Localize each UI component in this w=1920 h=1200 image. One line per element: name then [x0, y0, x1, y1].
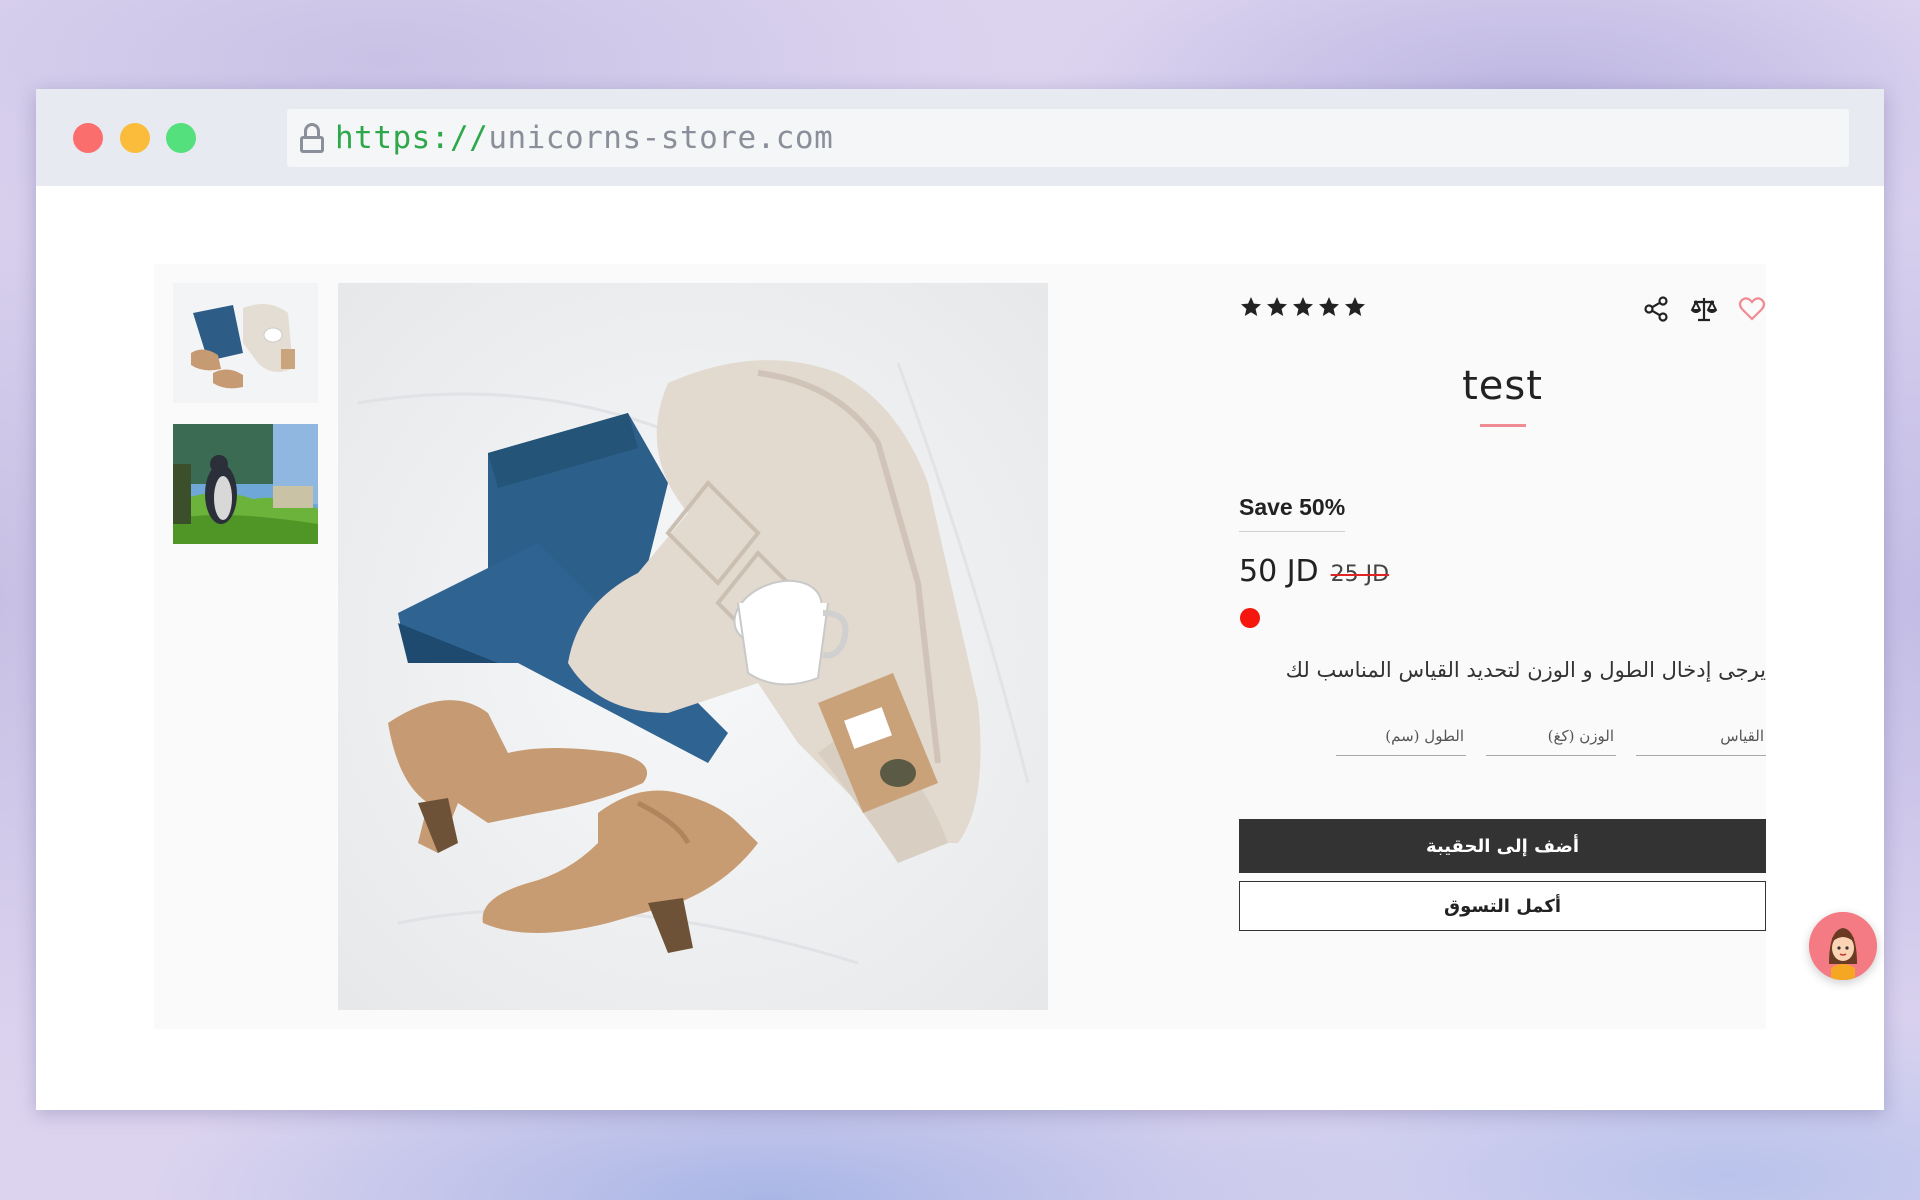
heart-icon[interactable] — [1738, 295, 1766, 323]
browser-window: https:// unicorns-store.com test Save 50… — [36, 89, 1884, 1110]
color-swatch-red[interactable] — [1240, 608, 1260, 628]
height-field[interactable]: الطول (سم) — [1336, 723, 1466, 756]
share-icon[interactable] — [1642, 295, 1670, 323]
price-current: 50 JD — [1239, 554, 1319, 589]
product-title: test — [1462, 363, 1543, 409]
star-icon — [1319, 297, 1339, 316]
url-host: unicorns-store.com — [488, 120, 834, 156]
rating-stars[interactable] — [1239, 295, 1367, 319]
star-icon — [1267, 297, 1287, 316]
minimize-window-button[interactable] — [120, 123, 150, 153]
title-underline — [1480, 424, 1526, 427]
price-original: 25 JD — [1330, 562, 1390, 587]
star-icon — [1345, 297, 1365, 316]
lock-icon — [299, 123, 325, 153]
discount-label: Save 50% — [1239, 494, 1346, 532]
product-section: test Save 50% 50 JD 25 JD يرجى إدخال الط… — [154, 264, 1766, 1029]
gallery-thumbnail-cartoon[interactable] — [173, 424, 318, 544]
url-scheme: https:// — [335, 120, 489, 156]
star-icon — [1241, 297, 1261, 316]
close-window-button[interactable] — [73, 123, 103, 153]
gallery-thumbnail-outfit[interactable] — [173, 283, 318, 403]
measurement-fields: القياس الوزن (كغ) الطول (سم) — [1336, 723, 1766, 756]
chat-avatar-icon[interactable] — [1809, 912, 1877, 980]
compare-scale-icon[interactable] — [1690, 295, 1718, 323]
product-main-image[interactable] — [338, 283, 1048, 1010]
size-field[interactable]: القياس — [1636, 723, 1766, 756]
product-actions — [1642, 295, 1766, 323]
star-icon — [1293, 297, 1313, 316]
browser-titlebar: https:// unicorns-store.com — [36, 89, 1884, 186]
address-bar[interactable]: https:// unicorns-store.com — [287, 109, 1849, 167]
size-hint-text: يرجى إدخال الطول و الوزن لتحديد القياس ا… — [1285, 658, 1766, 682]
maximize-window-button[interactable] — [166, 123, 196, 153]
price-row: 50 JD 25 JD — [1239, 554, 1389, 589]
weight-field[interactable]: الوزن (كغ) — [1486, 723, 1616, 756]
continue-shopping-button[interactable]: أكمل التسوق — [1239, 881, 1766, 931]
add-to-bag-button[interactable]: أضف إلى الحقيبة — [1239, 819, 1766, 873]
